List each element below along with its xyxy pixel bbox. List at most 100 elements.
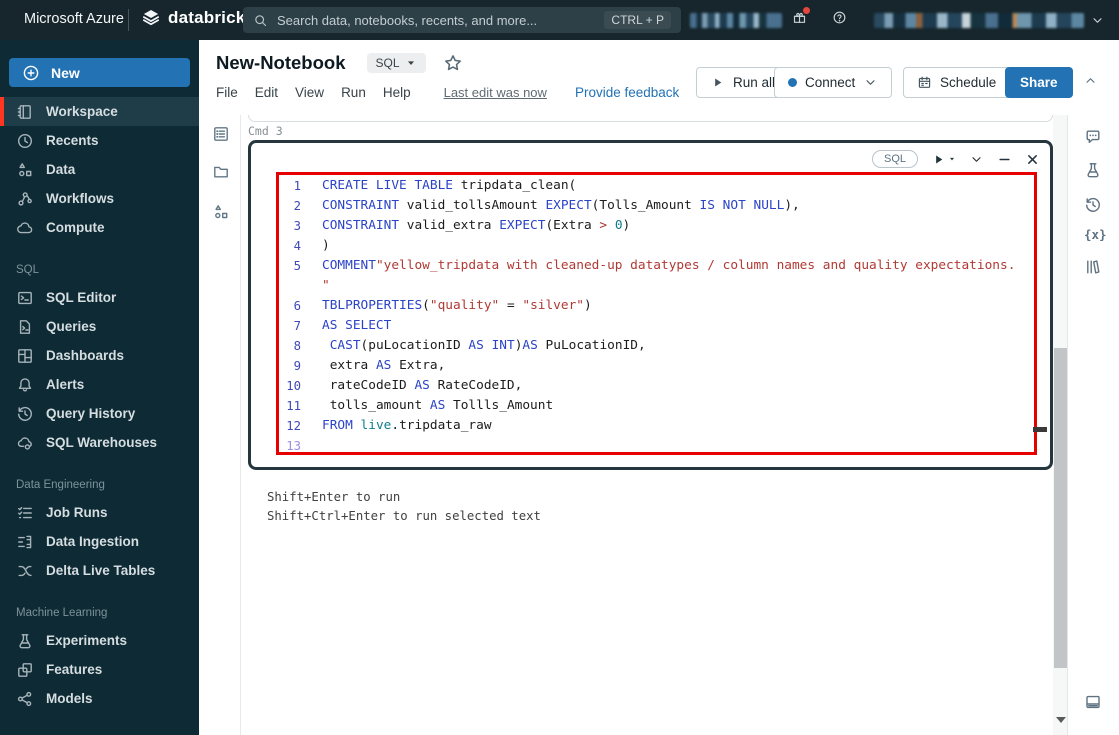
code-text: tolls_amount AS Tollls_Amount (322, 398, 554, 413)
sidebar-item-job-runs[interactable]: Job Runs (0, 498, 199, 527)
sidebar-item-workspace[interactable]: Workspace (0, 97, 199, 126)
active-indicator (0, 97, 4, 126)
code-line[interactable]: 11 tolls_amount AS Tollls_Amount (251, 396, 1042, 416)
sidebar-item-sql-editor[interactable]: SQL Editor (0, 283, 199, 312)
code-line[interactable]: 3 CONSTRAINT valid_extra EXPECT(Extra > 0… (251, 216, 1042, 236)
code-line[interactable]: 12 FROM live.tripdata_raw (251, 416, 1042, 436)
sidebar-item-models[interactable]: Models (0, 684, 199, 713)
workflows-icon (18, 191, 32, 206)
menu-file[interactable]: File (216, 85, 238, 100)
notebook-language-dropdown[interactable]: SQL (366, 53, 426, 73)
global-search-input[interactable]: Search data, notebooks, recents, and mor… (243, 7, 681, 33)
recents-icon (17, 133, 33, 148)
folder-button[interactable] (212, 163, 230, 181)
code-line[interactable]: 7 AS SELECT (251, 316, 1042, 336)
scrollbar-thumb[interactable] (1054, 348, 1067, 668)
code-line[interactable]: 5 COMMENT"yellow_tripdata with cleaned-up… (251, 256, 1042, 276)
sidebar-item-compute[interactable]: Compute (0, 213, 199, 242)
sidebar-item-data-ingestion[interactable]: Data Ingestion (0, 527, 199, 556)
notebook-cell[interactable]: SQL 1 CREATE LIVE TABLE tripdata_clean(2 C… (248, 140, 1053, 470)
comment-button[interactable] (1084, 128, 1102, 146)
sidebar-item-experiments[interactable]: Experiments (0, 626, 199, 655)
toc-button[interactable] (212, 125, 230, 143)
variables-button[interactable]: {x} (1084, 227, 1107, 242)
menu-run[interactable]: Run (341, 85, 366, 100)
line-number: 5 (293, 259, 301, 273)
code-line[interactable]: 13 (251, 436, 1042, 456)
job-runs-icon (18, 506, 32, 518)
code-line[interactable]: 9 extra AS Extra, (251, 356, 1042, 376)
sidebar-item-query-history[interactable]: Query History (0, 399, 199, 428)
sql-warehouses-icon (17, 436, 32, 450)
language-label: SQL (375, 56, 400, 70)
minimize-button[interactable] (997, 152, 1012, 167)
library-button[interactable] (1084, 258, 1102, 276)
menu-edit[interactable]: Edit (255, 85, 278, 100)
line-number (251, 276, 301, 296)
history-button[interactable] (1084, 196, 1102, 214)
left-sidebar: New Workspace Recents Data Workflows Compute… (0, 40, 199, 735)
provide-feedback-link[interactable]: Provide feedback (575, 85, 679, 100)
sidebar-item-label: Experiments (46, 633, 128, 648)
sidebar-section-label: SQL (16, 264, 40, 276)
code-text: CAST(puLocationID AS INT)AS PuLocationID… (329, 338, 646, 353)
sidebar-item-recents[interactable]: Recents (0, 126, 199, 155)
run-cell-button[interactable] (931, 152, 956, 167)
scrollbar-down-arrow[interactable] (1056, 717, 1066, 723)
collapse-header-button[interactable] (1083, 73, 1098, 88)
menu-view[interactable]: View (295, 85, 324, 100)
code-text: rateCodeID AS RateCodeID, (322, 378, 523, 393)
sidebar-item-alerts[interactable]: Alerts (0, 370, 199, 399)
queries-icon (19, 319, 31, 334)
models-icon (17, 691, 32, 706)
sidebar-item-sql-warehouses[interactable]: SQL Warehouses (0, 428, 199, 457)
connect-button[interactable]: Connect (774, 67, 893, 98)
code-line[interactable]: 2 CONSTRAINT valid_tollsAmount EXPECT(Tol… (251, 196, 1042, 216)
bottom-panel-button[interactable] (1084, 693, 1102, 711)
sidebar-item-data[interactable]: Data (0, 155, 199, 184)
databricks-logo[interactable]: databricks (141, 8, 255, 28)
menu-help[interactable]: Help (383, 85, 411, 100)
line-number: 12 (286, 419, 301, 433)
experiment-button[interactable] (1084, 161, 1102, 179)
right-icon-rail: {x} (1067, 115, 1119, 735)
sidebar-item-dashboards[interactable]: Dashboards (0, 341, 199, 370)
sidebar-item-queries[interactable]: Queries (0, 312, 199, 341)
code-line[interactable]: 1 CREATE LIVE TABLE tripdata_clean( (251, 176, 1042, 196)
help-button[interactable] (832, 10, 847, 25)
favorite-star-button[interactable] (443, 53, 463, 73)
code-line[interactable]: 4) (251, 236, 1042, 256)
search-placeholder: Search data, notebooks, recents, and mor… (277, 12, 538, 28)
new-button[interactable]: New (9, 58, 190, 87)
notebook-title[interactable]: New-Notebook (216, 52, 346, 74)
vertical-scrollbar[interactable] (1053, 115, 1068, 735)
close-button[interactable] (1025, 152, 1040, 167)
code-text: " (322, 278, 330, 293)
code-line[interactable]: 10 rateCodeID AS RateCodeID, (251, 376, 1042, 396)
chevron-down-button[interactable] (969, 152, 984, 167)
line-number: 7 (293, 319, 301, 333)
search-icon (255, 14, 267, 26)
sidebar-item-delta-live-tables[interactable]: Delta Live Tables (0, 556, 199, 585)
code-line[interactable]: 6 TBLPROPERTIES("quality" = "silver") (251, 296, 1042, 316)
sidebar-item-label: Workflows (46, 191, 115, 206)
code-editor[interactable]: 1 CREATE LIVE TABLE tripdata_clean(2 CONST… (251, 176, 1042, 456)
last-edit-link[interactable]: Last edit was now (444, 85, 547, 100)
account-menu-button[interactable] (1090, 13, 1105, 28)
cell-toolbar-icons (931, 152, 1040, 167)
cell-language-badge[interactable]: SQL (871, 150, 918, 168)
code-line[interactable]: " (251, 276, 1042, 296)
main-area: New-Notebook SQL File Edit View Run Help Las… (199, 40, 1119, 735)
whats-new-button[interactable] (792, 7, 810, 25)
sidebar-item-workflows[interactable]: Workflows (0, 184, 199, 213)
schedule-button[interactable]: Schedule (903, 67, 1011, 98)
code-text: CONSTRAINT valid_tollsAmount EXPECT(Toll… (322, 198, 800, 213)
brand-divider (128, 9, 129, 31)
connect-label: Connect (805, 75, 856, 90)
lineage-button[interactable] (212, 203, 230, 221)
panel-bottom-icon (1086, 695, 1100, 709)
share-button[interactable]: Share (1005, 67, 1073, 98)
sidebar-section-label: Machine Learning (16, 607, 108, 619)
sidebar-item-features[interactable]: Features (0, 655, 199, 684)
code-line[interactable]: 8 CAST(puLocationID AS INT)AS PuLocation… (251, 336, 1042, 356)
